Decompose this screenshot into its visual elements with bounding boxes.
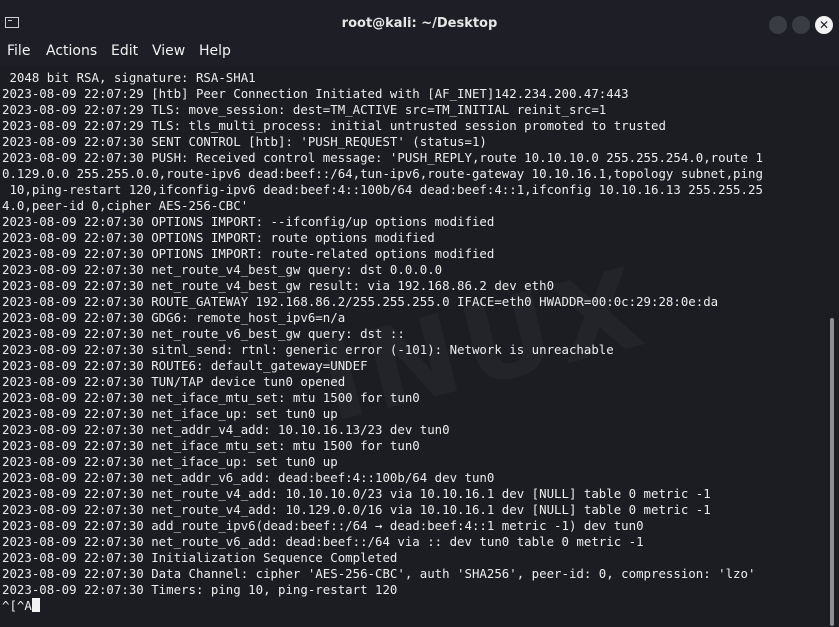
output-line: 2023-08-09 22:07:30 OPTIONS IMPORT: --if… — [2, 214, 495, 229]
output-line: 2023-08-09 22:07:30 add_route_ipv6(dead:… — [2, 518, 644, 533]
scrollbar-track[interactable] — [826, 66, 839, 627]
output-line: 2023-08-09 22:07:30 PUSH: Received contr… — [2, 150, 763, 165]
maximize-button[interactable] — [792, 16, 810, 34]
output-line: 2023-08-09 22:07:30 net_iface_up: set tu… — [2, 406, 338, 421]
output-line: 2023-08-09 22:07:30 net_route_v6_best_gw… — [2, 326, 405, 341]
output-line: 2023-08-09 22:07:30 Timers: ping 10, pin… — [2, 582, 398, 597]
output-lines: 2048 bit RSA, signature: RSA-SHA1 2023-0… — [2, 70, 824, 598]
menu-bar: File Actions Edit View Help — [0, 36, 839, 66]
close-icon: ✕ — [818, 18, 830, 32]
scrollbar-thumb[interactable] — [830, 318, 834, 626]
output-line: 2023-08-09 22:07:30 net_addr_v4_add: 10.… — [2, 422, 450, 437]
output-line: 2023-08-09 22:07:30 net_route_v4_best_gw… — [2, 262, 443, 277]
output-line: 2023-08-09 22:07:30 net_iface_mtu_set: m… — [2, 390, 420, 405]
text-cursor — [31, 598, 40, 612]
output-line: 2023-08-09 22:07:30 net_iface_up: set tu… — [2, 454, 338, 469]
output-line: 2023-08-09 22:07:30 net_route_v4_add: 10… — [2, 502, 711, 517]
output-line: 2023-08-09 22:07:30 OPTIONS IMPORT: rout… — [2, 230, 435, 245]
prompt-input[interactable]: ^[^A — [2, 598, 32, 613]
output-line: 2023-08-09 22:07:30 GDG6: remote_host_ip… — [2, 310, 346, 325]
output-line: 2023-08-09 22:07:30 net_route_v6_add: de… — [2, 534, 644, 549]
output-line: 10,ping-restart 120,ifconfig-ipv6 dead:b… — [2, 182, 763, 197]
terminal-output[interactable]: INUX 2048 bit RSA, signature: RSA-SHA1 2… — [0, 66, 826, 627]
output-line: 0.129.0.0 255.255.0.0,route-ipv6 dead:be… — [2, 166, 763, 181]
window-title: root@kali: ~/Desktop — [341, 16, 498, 31]
output-line: 2023-08-09 22:07:30 sitnl_send: rtnl: ge… — [2, 342, 614, 357]
menu-edit[interactable]: Edit — [111, 43, 138, 60]
output-line: 2023-08-09 22:07:30 Initialization Seque… — [2, 550, 398, 565]
terminal-window: root@kali: ~/Desktop ✕ File Actions Edit… — [0, 0, 839, 627]
output-line: 2023-08-09 22:07:30 net_route_v4_best_gw… — [2, 278, 555, 293]
menu-view[interactable]: View — [152, 43, 185, 60]
output-line: 2023-08-09 22:07:30 net_iface_mtu_set: m… — [2, 438, 420, 453]
output-line: 2023-08-09 22:07:29 [htb] Peer Connectio… — [2, 86, 629, 101]
output-line: 2023-08-09 22:07:30 ROUTE6: default_gate… — [2, 358, 368, 373]
output-line: 2023-08-09 22:07:29 TLS: move_session: d… — [2, 102, 607, 117]
minimize-button[interactable] — [769, 16, 787, 34]
output-line: 2023-08-09 22:07:29 TLS: tls_multi_proce… — [2, 118, 666, 133]
output-line: 2023-08-09 22:07:30 net_route_v4_add: 10… — [2, 486, 711, 501]
output-line: 2023-08-09 22:07:30 ROUTE_GATEWAY 192.16… — [2, 294, 719, 309]
output-line: 2023-08-09 22:07:30 net_addr_v6_add: dea… — [2, 470, 495, 485]
close-button[interactable]: ✕ — [815, 16, 833, 34]
output-line: 2023-08-09 22:07:30 SENT CONTROL [htb]: … — [2, 134, 487, 149]
output-line: 4.0,peer-id 0,cipher AES-256-CBC' — [2, 198, 249, 213]
output-line: 2023-08-09 22:07:30 OPTIONS IMPORT: rout… — [2, 246, 495, 261]
title-bar[interactable]: root@kali: ~/Desktop ✕ — [0, 0, 839, 36]
menu-actions[interactable]: Actions — [46, 43, 97, 60]
output-line: 2023-08-09 22:07:30 TUN/TAP device tun0 … — [2, 374, 346, 389]
output-line: 2023-08-09 22:07:30 Data Channel: cipher… — [2, 566, 756, 581]
menu-help[interactable]: Help — [199, 43, 231, 60]
prompt-line[interactable]: ^[^A — [2, 598, 40, 614]
menu-file[interactable]: File — [7, 43, 30, 60]
output-line: 2048 bit RSA, signature: RSA-SHA1 — [2, 70, 256, 85]
